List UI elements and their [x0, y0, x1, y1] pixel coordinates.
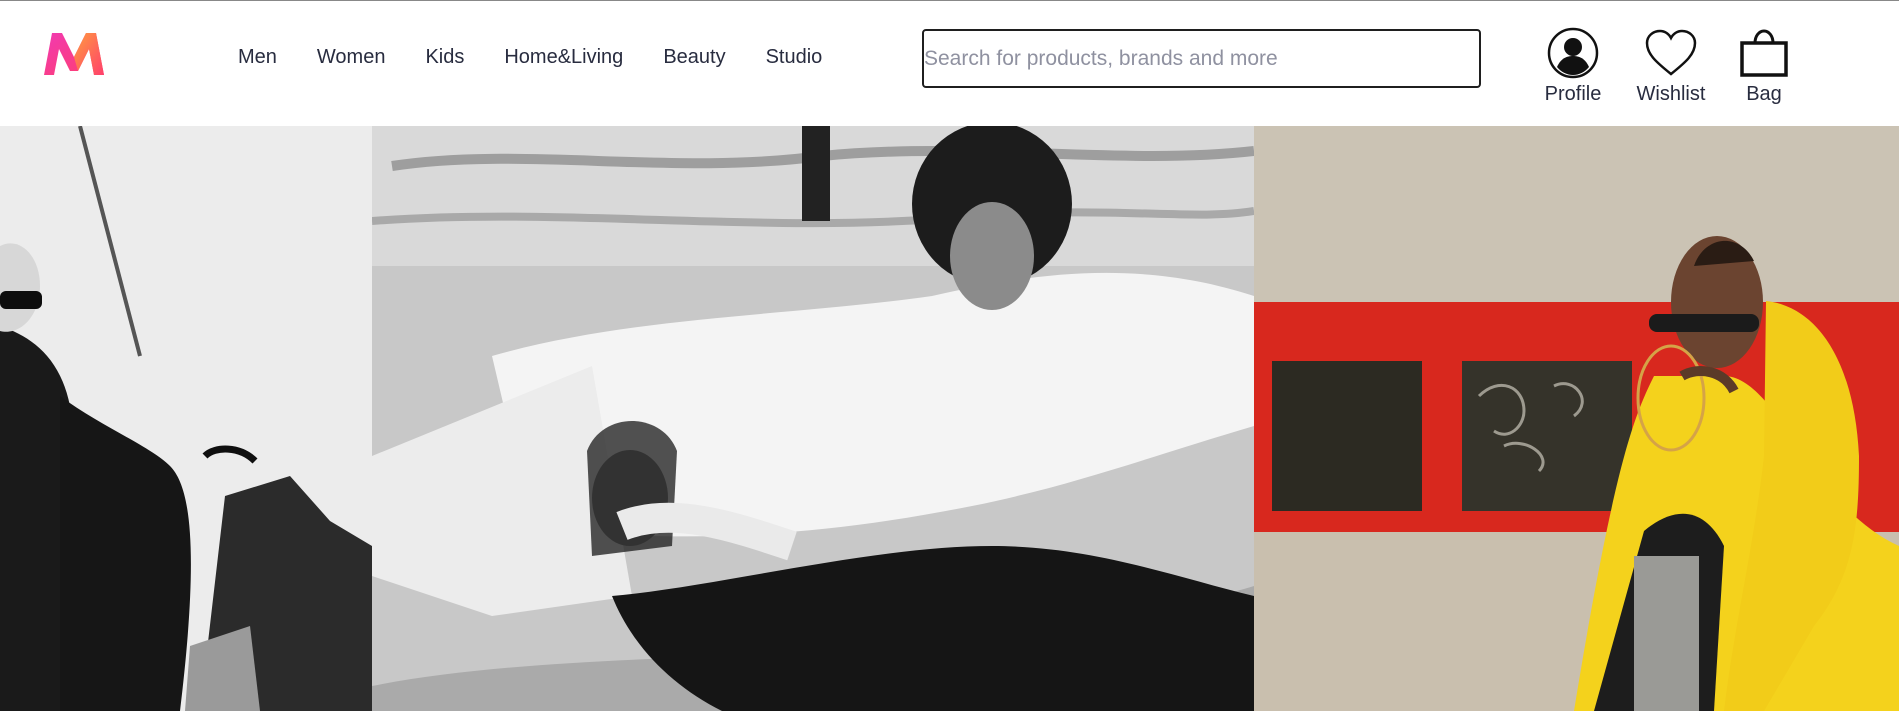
site-header: Men Women Kids Home&Living Beauty Studio…: [0, 0, 1899, 126]
profile-icon: [1547, 25, 1599, 81]
banner-slide-2-image: [372, 126, 1254, 711]
banner-slide-1-image: [0, 126, 372, 711]
banner-slide-3-image: [1254, 126, 1899, 711]
nav-item-studio[interactable]: Studio: [766, 31, 823, 83]
hero-banner-carousel[interactable]: [0, 126, 1899, 711]
banner-slide-1[interactable]: [0, 126, 372, 711]
banner-slide-2[interactable]: [372, 126, 1254, 711]
wishlist-label: Wishlist: [1636, 83, 1706, 105]
search-box: [922, 29, 1481, 88]
nav-item-men[interactable]: Men: [238, 31, 277, 83]
nav-item-home-living[interactable]: Home&Living: [504, 31, 623, 83]
nav-item-women[interactable]: Women: [317, 31, 386, 83]
bag-icon: [1738, 25, 1790, 81]
profile-button[interactable]: Profile: [1540, 25, 1606, 106]
search-input[interactable]: [924, 31, 1479, 86]
wishlist-button[interactable]: Wishlist: [1631, 25, 1711, 106]
nav-item-kids[interactable]: Kids: [425, 31, 464, 83]
nav-item-beauty[interactable]: Beauty: [663, 31, 725, 83]
bag-label: Bag: [1746, 83, 1782, 105]
main-nav: Men Women Kids Home&Living Beauty Studio: [218, 31, 842, 83]
bag-button[interactable]: Bag: [1736, 25, 1792, 106]
banner-slide-3[interactable]: [1254, 126, 1899, 711]
myntra-logo-icon[interactable]: [40, 27, 108, 79]
profile-label: Profile: [1544, 83, 1602, 105]
heart-icon: [1644, 25, 1698, 81]
